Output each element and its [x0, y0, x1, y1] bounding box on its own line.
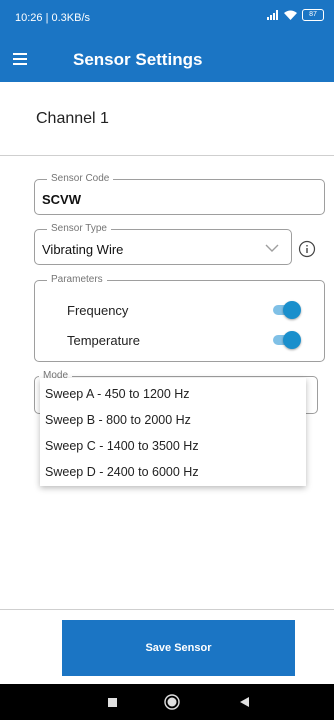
page-title: Sensor Settings — [73, 50, 203, 69]
nav-home-icon[interactable] — [164, 694, 180, 710]
mode-option-sweep-d[interactable]: Sweep D - 2400 to 6000 Hz — [45, 459, 199, 485]
parameters-legend: Parameters — [47, 274, 107, 286]
info-icon[interactable] — [298, 240, 316, 258]
mode-dropdown-list: Sweep A - 450 to 1200 Hz Sweep B - 800 t… — [40, 378, 306, 486]
signal-icon — [267, 10, 278, 20]
sensor-code-value[interactable]: SCVW — [42, 192, 81, 207]
frequency-toggle[interactable] — [271, 301, 301, 319]
battery-icon: 87 — [302, 9, 324, 21]
status-bar: 10:26 | 0.3KB/s 87 — [0, 0, 334, 36]
status-icons: 87 — [267, 9, 324, 21]
chevron-down-icon[interactable] — [265, 243, 279, 253]
parameters-group: Parameters Frequency Temperature — [34, 274, 325, 362]
status-time: 10:26 | 0.3KB/s — [15, 12, 91, 24]
sensor-type-select[interactable]: Sensor Type Vibrating Wire — [34, 223, 292, 265]
channel-title: Channel 1 — [36, 110, 109, 127]
sensor-code-field[interactable]: Sensor Code SCVW — [34, 173, 325, 215]
menu-icon[interactable] — [12, 49, 32, 69]
nav-recents-icon[interactable] — [108, 698, 117, 707]
wifi-icon — [284, 10, 297, 20]
toggle-knob — [283, 331, 301, 349]
temperature-label: Temperature — [67, 333, 140, 348]
save-sensor-button[interactable]: Save Sensor — [62, 620, 295, 676]
temperature-toggle[interactable] — [271, 331, 301, 349]
mode-option-sweep-b[interactable]: Sweep B - 800 to 2000 Hz — [45, 407, 191, 433]
header-divider — [0, 155, 334, 156]
toggle-knob — [283, 301, 301, 319]
nav-back-icon[interactable] — [240, 697, 249, 707]
sensor-type-value: Vibrating Wire — [42, 242, 124, 257]
mode-option-sweep-a[interactable]: Sweep A - 450 to 1200 Hz — [45, 381, 190, 407]
mode-option-sweep-c[interactable]: Sweep C - 1400 to 3500 Hz — [45, 433, 199, 459]
frequency-label: Frequency — [67, 303, 129, 318]
system-nav-bar — [0, 684, 334, 720]
app-bar: Sensor Settings — [0, 36, 334, 82]
footer-divider — [0, 609, 334, 610]
sensor-type-legend: Sensor Type — [47, 223, 111, 235]
sensor-code-legend: Sensor Code — [47, 173, 114, 185]
